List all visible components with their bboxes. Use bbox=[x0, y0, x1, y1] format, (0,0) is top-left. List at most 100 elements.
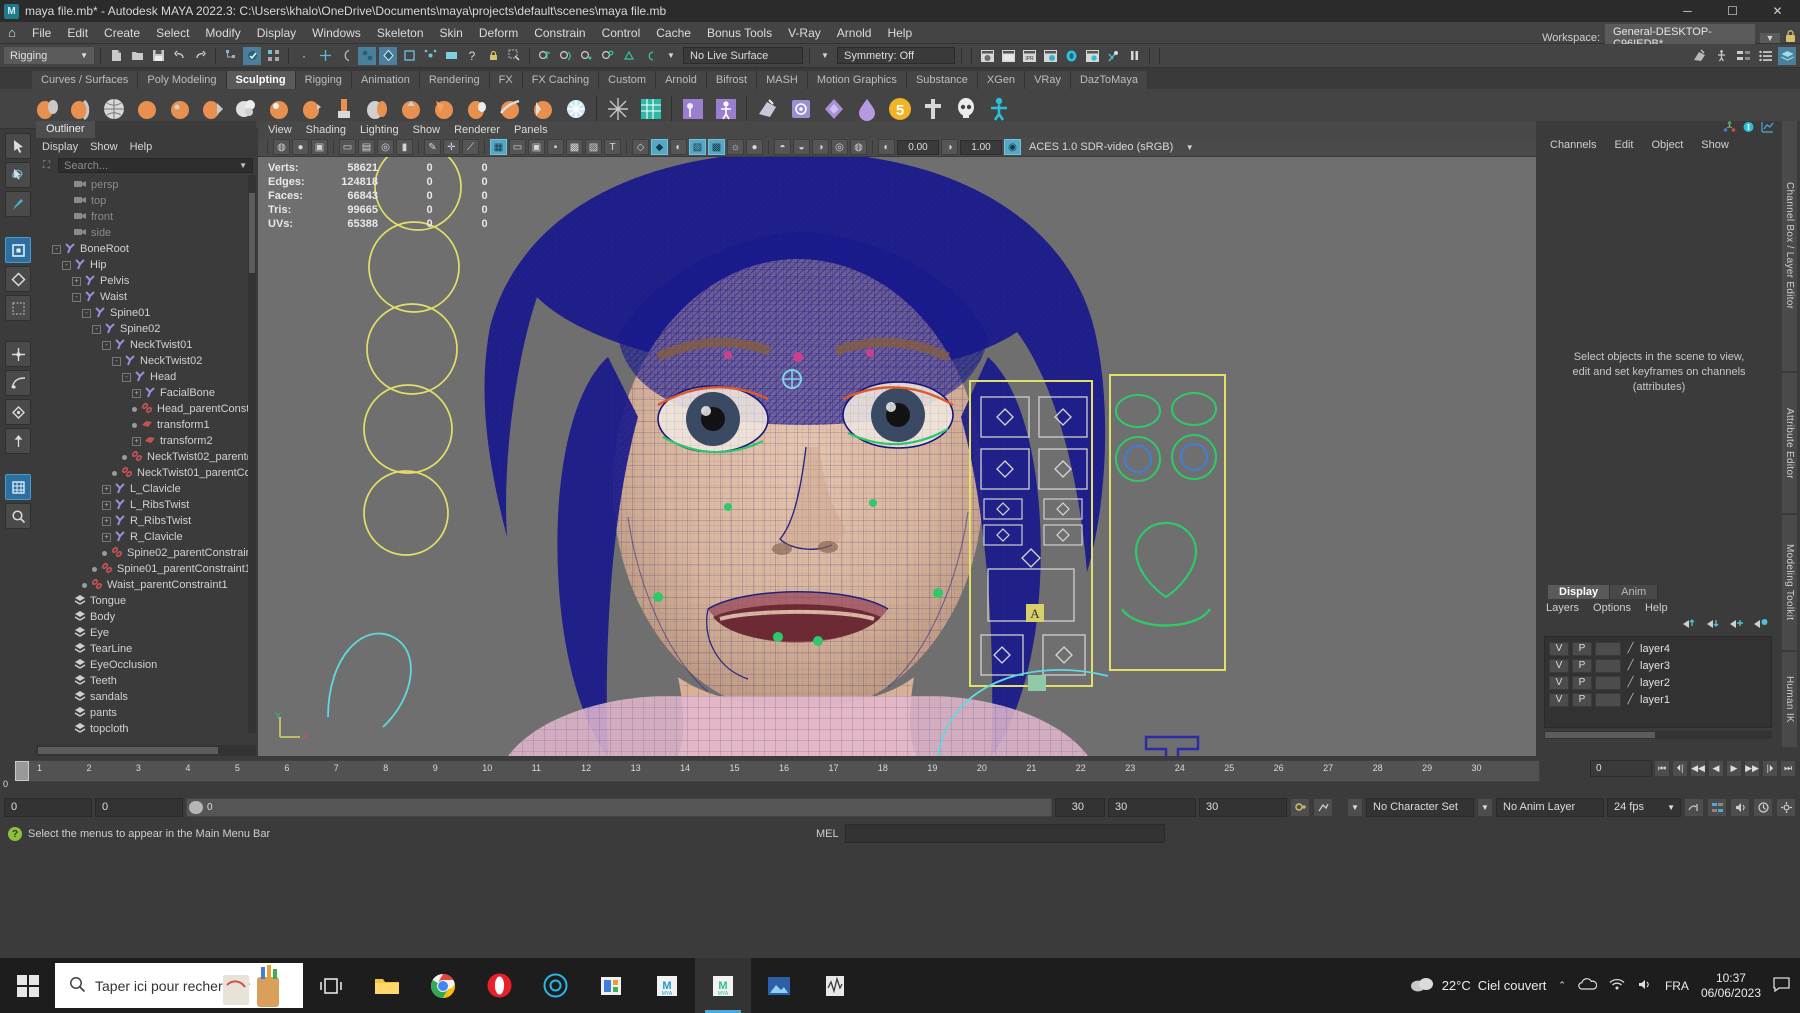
snap-grid-icon[interactable]: · bbox=[295, 47, 313, 65]
grid-shelf-icon[interactable] bbox=[635, 93, 666, 124]
expand-toggle-icon[interactable]: - bbox=[62, 261, 71, 270]
layer-state-toggle[interactable] bbox=[1595, 693, 1621, 707]
step-forward-key-icon[interactable]: |⏵ bbox=[1762, 760, 1778, 777]
snowflake-shelf-icon[interactable] bbox=[602, 93, 633, 124]
undo-icon[interactable] bbox=[170, 47, 188, 65]
open-scene-icon[interactable] bbox=[128, 47, 146, 65]
snap-to-points-icon[interactable] bbox=[578, 47, 596, 65]
snap-to-view-icon[interactable] bbox=[620, 47, 638, 65]
toggle-modeling-toolkit-icon[interactable] bbox=[1690, 47, 1708, 65]
select-tool[interactable] bbox=[5, 133, 31, 159]
menu-windows[interactable]: Windows bbox=[304, 24, 369, 42]
show-manipulator-tool[interactable] bbox=[5, 428, 31, 454]
outliner-item-r-clavicle[interactable]: +R_Clavicle bbox=[36, 529, 256, 545]
menu-skeleton[interactable]: Skeleton bbox=[369, 24, 432, 42]
expand-toggle-icon[interactable]: - bbox=[72, 293, 81, 302]
outliner-item-tearline[interactable]: TearLine bbox=[36, 641, 256, 657]
layer-visibility-toggle[interactable]: V bbox=[1549, 642, 1569, 656]
viewport-menu-panels[interactable]: Panels bbox=[514, 124, 548, 136]
ipr-render-icon[interactable]: IPR bbox=[1020, 47, 1038, 65]
outliner-item-spine01[interactable]: -Spine01 bbox=[36, 305, 256, 321]
volume-icon[interactable] bbox=[1637, 978, 1653, 994]
vtab-human-ik[interactable]: Human IK bbox=[1782, 652, 1797, 747]
universal-manipulator-tool[interactable] bbox=[5, 341, 31, 367]
playback-end-field[interactable]: 30 bbox=[1199, 798, 1287, 817]
shelf-tab-rigging[interactable]: Rigging bbox=[296, 71, 352, 89]
move-tool[interactable] bbox=[5, 237, 31, 263]
shaded-wireframe-icon[interactable]: ▧ bbox=[689, 139, 706, 155]
layer-visibility-toggle[interactable]: V bbox=[1549, 676, 1569, 690]
make-live-icon[interactable] bbox=[400, 47, 418, 65]
layer-playback-toggle[interactable]: P bbox=[1572, 693, 1592, 707]
outliner-item-eyeocclusion[interactable]: EyeOcclusion bbox=[36, 657, 256, 673]
help-icon[interactable]: ? bbox=[8, 827, 22, 841]
opera-icon[interactable] bbox=[471, 958, 527, 1013]
smooth-shade-all-icon[interactable]: ◆ bbox=[651, 139, 668, 155]
file-explorer-icon[interactable] bbox=[359, 958, 415, 1013]
layer-state-toggle[interactable] bbox=[1595, 676, 1621, 690]
layer-row[interactable]: VP╱layer3 bbox=[1545, 657, 1771, 674]
anim-start-field[interactable]: 0 bbox=[95, 798, 183, 817]
outliner-item-topcloth[interactable]: topcloth bbox=[36, 721, 256, 737]
home-icon[interactable]: ⌂ bbox=[0, 25, 24, 40]
layer-list[interactable]: VP╱layer4VP╱layer3VP╱layer2VP╱layer1 bbox=[1544, 636, 1772, 728]
flat-shade-icon[interactable]: ◐ bbox=[670, 139, 687, 155]
wireframe-shading-icon[interactable]: ◇ bbox=[632, 139, 649, 155]
range-slider-bar[interactable]: 0 bbox=[186, 798, 1052, 817]
constrain-icon[interactable] bbox=[421, 47, 439, 65]
chevron-down-icon[interactable]: ▼ bbox=[1347, 798, 1363, 817]
outliner-item-necktwist01[interactable]: -NeckTwist01 bbox=[36, 337, 256, 353]
toggle-layer-editor-icon[interactable] bbox=[1778, 47, 1796, 65]
outliner-item-facialbone[interactable]: +FacialBone bbox=[36, 385, 256, 401]
expand-toggle-icon[interactable]: - bbox=[102, 341, 111, 350]
layer-color-swatch[interactable]: ╱ bbox=[1624, 676, 1637, 690]
motion-blur-icon[interactable]: ◑ bbox=[812, 139, 829, 155]
snap-to-curves-icon[interactable] bbox=[557, 47, 575, 65]
new-layer-from-selected-icon[interactable] bbox=[1753, 617, 1768, 633]
outliner-item-waist[interactable]: -Waist bbox=[36, 289, 256, 305]
minimize-button[interactable]: ─ bbox=[1665, 0, 1710, 22]
rotate-tool[interactable] bbox=[5, 266, 31, 292]
expand-toggle-icon[interactable]: - bbox=[82, 309, 91, 318]
cortana-icon[interactable] bbox=[527, 958, 583, 1013]
outliner-item-side[interactable]: side bbox=[36, 225, 256, 241]
save-scene-icon[interactable] bbox=[149, 47, 167, 65]
outliner-item-l-clavicle[interactable]: +L_Clavicle bbox=[36, 481, 256, 497]
menu-skin[interactable]: Skin bbox=[432, 24, 471, 42]
outliner-item-persp[interactable]: persp bbox=[36, 177, 256, 193]
fps-field[interactable]: 24 fps ▼ bbox=[1607, 798, 1681, 817]
layer-horizontal-scrollbar[interactable] bbox=[1544, 731, 1772, 739]
range-end-field[interactable]: 30 bbox=[1055, 798, 1105, 817]
foamy-tool-icon[interactable] bbox=[263, 93, 294, 124]
step-forward-frame-icon[interactable]: ▶▶ bbox=[1744, 760, 1760, 777]
outliner-item-body[interactable]: Body bbox=[36, 609, 256, 625]
show-graph-editor-icon[interactable] bbox=[1761, 121, 1774, 135]
expand-toggle-icon[interactable]: + bbox=[132, 389, 141, 398]
outliner-item-front[interactable]: front bbox=[36, 209, 256, 225]
audio-toggle-icon[interactable] bbox=[1730, 798, 1750, 817]
exposure-icon[interactable]: ◐ bbox=[878, 139, 895, 155]
shelf-tab-mash[interactable]: MASH bbox=[757, 71, 808, 89]
chevron-down-icon[interactable]: ▼ bbox=[662, 47, 680, 65]
command-input[interactable] bbox=[845, 824, 1165, 843]
clock-widget[interactable]: 10:37 06/06/2023 bbox=[1701, 971, 1761, 1001]
scrollbar-thumb[interactable] bbox=[1545, 732, 1655, 738]
chevron-down-icon[interactable]: ▼ bbox=[1760, 33, 1780, 43]
layer-name[interactable]: layer3 bbox=[1640, 660, 1670, 672]
layer-playback-toggle[interactable]: P bbox=[1572, 642, 1592, 656]
expand-toggle-icon[interactable]: + bbox=[102, 501, 111, 510]
play-backwards-icon[interactable]: ◀ bbox=[1708, 760, 1724, 777]
toggle-attribute-editor-icon[interactable] bbox=[1756, 47, 1774, 65]
imprint-tool-icon[interactable] bbox=[362, 93, 393, 124]
layer-color-swatch[interactable]: ╱ bbox=[1624, 642, 1637, 656]
daz-figure-icon[interactable] bbox=[983, 93, 1014, 124]
range-handle-left[interactable] bbox=[189, 801, 203, 814]
daz-morph-icon[interactable] bbox=[851, 93, 882, 124]
expand-toggle-icon[interactable]: + bbox=[132, 437, 141, 446]
grease-pencil-icon[interactable]: ▮ bbox=[396, 139, 413, 155]
office-icon[interactable] bbox=[583, 958, 639, 1013]
chevron-down-icon[interactable]: ▼ bbox=[816, 47, 834, 65]
weather-widget[interactable]: 22°C Ciel couvert bbox=[1409, 975, 1547, 996]
depth-of-field-icon[interactable]: ◍ bbox=[850, 139, 867, 155]
daz-import-icon[interactable] bbox=[752, 93, 783, 124]
